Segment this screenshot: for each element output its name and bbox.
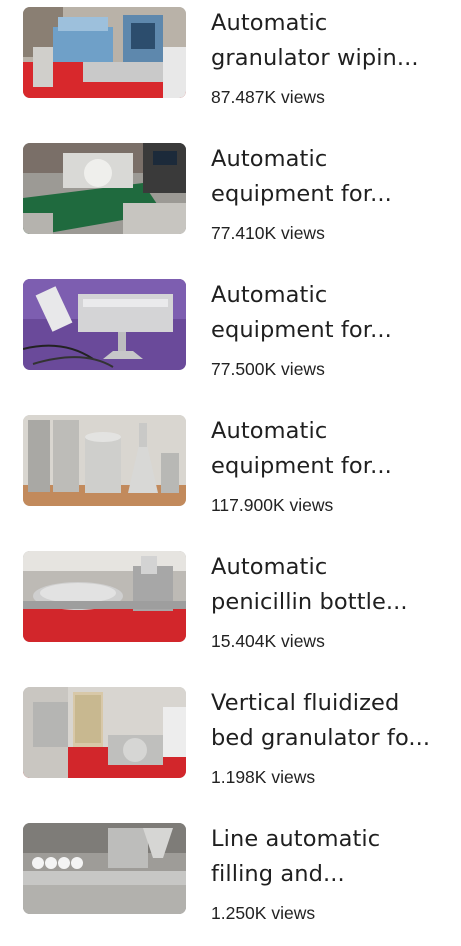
- video-title-line: penicillin bottle...: [211, 589, 408, 615]
- view-count: 87.487K views: [211, 87, 325, 107]
- labeling-machine-thumbnail: [23, 143, 186, 234]
- video-item[interactable]: Automatic equipment for... 77.500K views: [0, 272, 461, 402]
- video-item[interactable]: Automatic penicillin bottle... 15.404K v…: [0, 544, 461, 674]
- video-thumbnail[interactable]: [23, 687, 186, 778]
- video-thumbnail[interactable]: [23, 143, 186, 234]
- video-item[interactable]: Automatic granulator wipin... 87.487K vi…: [0, 0, 461, 130]
- video-list: Automatic granulator wipin... 87.487K vi…: [0, 0, 461, 927]
- video-title-line: equipment for...: [211, 317, 392, 343]
- video-thumbnail[interactable]: [23, 415, 186, 506]
- video-title-line: Automatic: [211, 554, 328, 580]
- video-title[interactable]: Automatic granulator wipin...: [211, 6, 449, 76]
- video-title-line: Automatic: [211, 282, 328, 308]
- video-title-line: bed granulator fo...: [211, 725, 431, 751]
- video-item[interactable]: Automatic equipment for... 77.410K views: [0, 136, 461, 266]
- bottle-filling-line-thumbnail: [23, 551, 186, 642]
- view-count: 15.404K views: [211, 631, 325, 651]
- video-title[interactable]: Automatic equipment for...: [211, 142, 449, 212]
- steel-filters-thumbnail: [23, 415, 186, 506]
- video-item[interactable]: Automatic equipment for... 117.900K view…: [0, 408, 461, 538]
- video-title-line: Automatic: [211, 146, 328, 172]
- video-title[interactable]: Vertical fluidized bed granulator fo...: [211, 686, 449, 756]
- view-count: 77.500K views: [211, 359, 325, 379]
- video-title[interactable]: Automatic equipment for...: [211, 414, 449, 484]
- view-count: 1.250K views: [211, 903, 316, 923]
- video-title-line: filling and...: [211, 861, 345, 887]
- view-count: 117.900K views: [211, 495, 334, 515]
- video-title-line: equipment for...: [211, 181, 392, 207]
- video-thumbnail[interactable]: [23, 551, 186, 642]
- video-thumbnail[interactable]: [23, 823, 186, 914]
- video-thumbnail[interactable]: [23, 7, 186, 98]
- uv-sterilizer-thumbnail: [23, 279, 186, 370]
- video-item[interactable]: Vertical fluidized bed granulator fo... …: [0, 680, 461, 810]
- view-count: 1.198K views: [211, 767, 316, 787]
- video-title-line: Vertical fluidized: [211, 690, 400, 716]
- filling-line-thumbnail: [23, 823, 186, 914]
- video-title-line: granulator wipin...: [211, 45, 419, 71]
- video-title-line: Automatic: [211, 10, 328, 36]
- video-title[interactable]: Automatic penicillin bottle...: [211, 550, 449, 620]
- video-thumbnail[interactable]: [23, 279, 186, 370]
- video-title[interactable]: Line automatic filling and...: [211, 822, 449, 892]
- granulator-machine-thumbnail: [23, 7, 186, 98]
- video-title[interactable]: Automatic equipment for...: [211, 278, 449, 348]
- video-title-line: Automatic: [211, 418, 328, 444]
- fluidized-bed-thumbnail: [23, 687, 186, 778]
- video-title-line: Line automatic: [211, 826, 381, 852]
- view-count: 77.410K views: [211, 223, 325, 243]
- video-title-line: equipment for...: [211, 453, 392, 479]
